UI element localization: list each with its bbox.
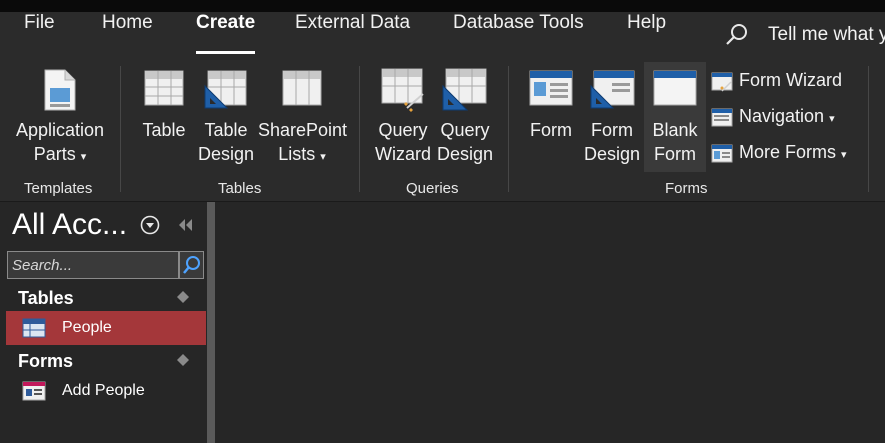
- query-wizard-label-line2: Wizard: [374, 144, 431, 164]
- table-icon: [144, 70, 184, 106]
- chevron-down-icon: ▾: [80, 151, 87, 163]
- query-design-button[interactable]: Query Design: [434, 64, 496, 174]
- nav-pane-title[interactable]: All Acc...: [12, 208, 127, 242]
- chevron-down-icon: ▾: [841, 149, 847, 161]
- group-label-queries: Queries: [406, 180, 459, 197]
- list-item-add-people[interactable]: Add People: [6, 374, 206, 408]
- query-wizard-button[interactable]: Query Wizard: [372, 64, 434, 174]
- tell-me-input[interactable]: Tell me what y: [768, 24, 885, 46]
- blank-form-label-line1: Blank: [652, 120, 698, 140]
- navigation-label: Navigation ▾: [739, 106, 835, 126]
- chevron-down-circle-icon[interactable]: [140, 215, 160, 235]
- table-icon: [22, 318, 46, 338]
- group-divider: [508, 66, 509, 192]
- form-wizard-label: Form Wizard: [739, 70, 842, 90]
- sharepoint-lists-button[interactable]: SharePoint Lists ▾: [258, 64, 348, 174]
- more-forms-button[interactable]: More Forms ▾: [711, 141, 861, 167]
- application-parts-label-line2: Parts ▾: [33, 144, 87, 164]
- group-divider: [120, 66, 121, 192]
- navigation-button[interactable]: Navigation ▾: [711, 105, 851, 131]
- table-design-icon: [204, 70, 247, 109]
- query-design-label-line1: Query: [440, 120, 490, 140]
- list-item-label: Add People: [62, 382, 145, 399]
- blank-form-label-line2: Form: [654, 144, 696, 164]
- table-design-button[interactable]: Table Design: [196, 64, 256, 174]
- form-design-label-line1: Form: [591, 120, 633, 140]
- title-bar: [0, 0, 885, 12]
- blank-form-button[interactable]: Blank Form: [644, 62, 706, 172]
- tab-file[interactable]: File: [24, 12, 55, 34]
- collapse-group-icon[interactable]: [176, 290, 190, 304]
- collapse-pane-icon[interactable]: [176, 217, 194, 233]
- tab-external-data[interactable]: External Data: [295, 12, 410, 34]
- tab-home[interactable]: Home: [102, 12, 153, 34]
- group-divider: [359, 66, 360, 192]
- form-label: Form: [530, 120, 572, 140]
- form-icon: [529, 70, 573, 106]
- pane-splitter[interactable]: [207, 202, 215, 443]
- blank-form-icon: [653, 70, 697, 106]
- group-divider: [868, 66, 869, 192]
- collapse-group-icon[interactable]: [176, 353, 190, 367]
- active-tab-indicator: [196, 51, 255, 54]
- nav-group-forms[interactable]: Forms: [18, 351, 73, 372]
- more-forms-icon: [711, 144, 733, 163]
- tab-database-tools[interactable]: Database Tools: [453, 12, 584, 34]
- sharepoint-lists-icon: [282, 70, 322, 106]
- search-icon: [183, 256, 200, 274]
- search-input[interactable]: [8, 252, 178, 278]
- list-item-label: People: [62, 319, 112, 336]
- query-wizard-label-line1: Query: [378, 120, 428, 140]
- nav-group-tables[interactable]: Tables: [18, 288, 74, 309]
- table-label: Table: [142, 120, 186, 140]
- group-label-tables: Tables: [218, 180, 262, 197]
- form-design-label-line2: Design: [583, 144, 641, 164]
- form-design-icon: [590, 70, 635, 109]
- group-label-forms: Forms: [665, 180, 708, 197]
- document-area: [215, 202, 885, 443]
- sharepoint-lists-label-line2: Lists ▾: [278, 144, 326, 164]
- form-button[interactable]: Form: [522, 64, 580, 174]
- search-button[interactable]: [179, 251, 204, 279]
- list-item-people[interactable]: People: [6, 311, 206, 345]
- table-design-label-line2: Design: [197, 144, 255, 164]
- form-wizard-icon: [711, 72, 733, 92]
- form-design-button[interactable]: Form Design: [582, 64, 642, 174]
- tab-help[interactable]: Help: [627, 12, 666, 34]
- table-button[interactable]: Table: [138, 64, 190, 174]
- sharepoint-lists-label-line1: SharePoint: [258, 120, 348, 140]
- chevron-down-icon: ▾: [320, 151, 326, 163]
- table-design-label-line1: Table: [204, 120, 248, 140]
- chevron-down-icon: ▾: [829, 113, 835, 125]
- group-label-templates: Templates: [24, 180, 93, 197]
- form-wizard-button[interactable]: Form Wizard: [711, 69, 851, 95]
- more-forms-label: More Forms ▾: [739, 142, 847, 162]
- form-icon: [22, 381, 46, 401]
- query-design-label-line2: Design: [436, 144, 494, 164]
- navigation-icon: [711, 108, 733, 127]
- search-icon[interactable]: [724, 22, 750, 48]
- application-parts-icon: [44, 69, 76, 111]
- query-wizard-icon: [381, 68, 424, 112]
- nav-search-box[interactable]: [7, 251, 179, 279]
- application-parts-label-line1: Application: [15, 120, 105, 140]
- query-design-icon: [442, 68, 487, 111]
- tab-create[interactable]: Create: [196, 12, 255, 34]
- application-parts-button[interactable]: Application Parts ▾: [8, 64, 112, 174]
